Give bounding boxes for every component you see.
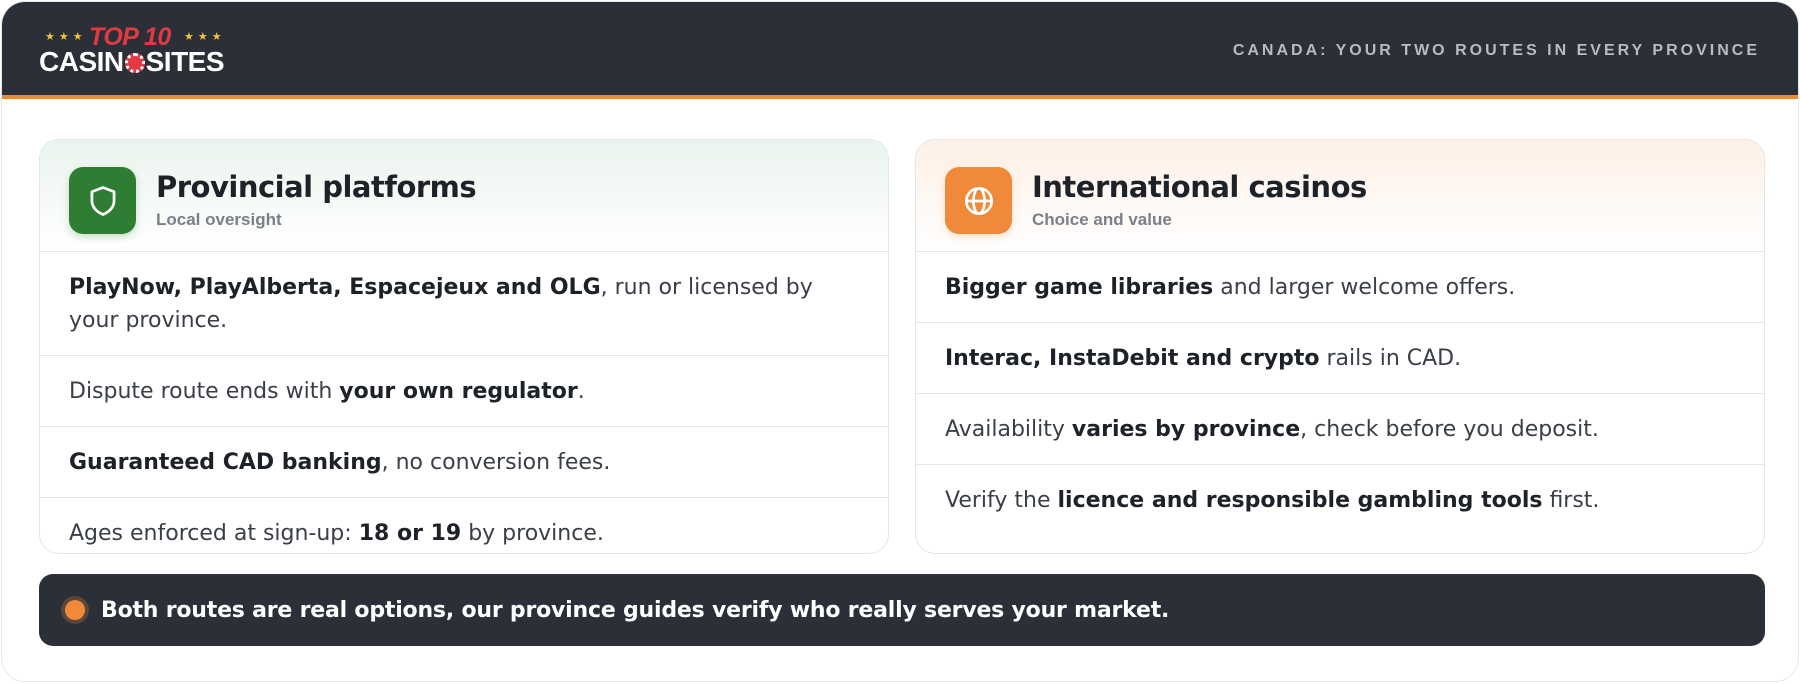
list-item: Availability varies by province, check b… [916,394,1764,465]
card-icon-badge [945,167,1012,234]
globe-icon [964,186,993,215]
row-text: Availability [945,417,1072,442]
info-banner: Both routes are real options, our provin… [39,574,1765,646]
logo-brand-right: SITES [145,46,225,77]
row-text-bold: PlayNow, PlayAlberta, Espacejeux and OLG [69,275,601,300]
list-item: Ages enforced at sign-up: 18 or 19 by pr… [40,498,888,553]
international-casinos-card: International casinos Choice and value B… [915,139,1765,554]
row-text: . [577,379,585,404]
feature-list: PlayNow, PlayAlberta, Espacejeux and OLG… [40,252,888,553]
row-text: by province. [461,521,604,546]
card-icon-badge [69,167,136,234]
logo-stars-left: ★★★ [45,30,87,43]
row-text-bold: Interac, InstaDebit and crypto [945,346,1320,371]
row-text: , check before you deposit. [1300,417,1599,442]
row-text: and larger welcome offers. [1213,275,1516,300]
row-text: Dispute route ends with [69,379,340,404]
card-header: International casinos Choice and value [916,140,1764,252]
list-item: Bigger game libraries and larger welcome… [916,252,1764,323]
row-text: rails in CAD. [1319,346,1462,371]
card-subtitle: Choice and value [1032,210,1172,229]
row-text-bold: 18 or 19 [358,521,462,546]
row-text: first. [1542,488,1600,513]
site-header: ★★★ TOP 10 ★★★ CASIN SITES CANADA: YOUR … [2,2,1798,99]
header-tagline: CANADA: YOUR TWO ROUTES IN EVERY PROVINC… [1232,42,1760,59]
row-text: , no conversion fees. [381,450,611,475]
row-text: Verify the [945,488,1058,513]
list-item: Interac, InstaDebit and crypto rails in … [916,323,1764,394]
list-item: Guaranteed CAD banking, no conversion fe… [40,427,888,498]
list-item: PlayNow, PlayAlberta, Espacejeux and OLG… [40,252,888,356]
row-text: Ages enforced at sign-up: [69,521,359,546]
provincial-platforms-card: Provincial platforms Local oversight Pla… [39,139,889,554]
status-dot-icon [65,600,85,620]
row-text-bold: varies by province [1071,417,1301,442]
row-text-bold: your own regulator [339,379,578,404]
feature-list: Bigger game libraries and larger welcome… [916,252,1764,535]
row-text-bold: licence and responsible gambling tools [1057,488,1543,513]
site-logo[interactable]: ★★★ TOP 10 ★★★ CASIN SITES [39,23,239,77]
list-item: Dispute route ends with your own regulat… [40,356,888,427]
shield-icon [90,185,115,216]
card-header: Provincial platforms Local oversight [40,140,888,252]
row-text-bold: Guaranteed CAD banking [69,450,382,475]
row-text-bold: Bigger game libraries [945,275,1214,300]
logo-brand: CASIN SITES [39,46,225,77]
list-item: Verify the licence and responsible gambl… [916,465,1764,535]
page-frame: ★★★ TOP 10 ★★★ CASIN SITES CANADA: YOUR … [1,1,1799,682]
banner-text: Both routes are real options, our provin… [101,597,1170,623]
card-title: International casinos [1032,170,1367,204]
casino-chip-icon [124,53,145,73]
logo-brand-left: CASIN [39,46,124,77]
logo-stars-right: ★★★ [184,30,226,43]
card-subtitle: Local oversight [156,210,282,229]
card-title: Provincial platforms [156,170,477,204]
